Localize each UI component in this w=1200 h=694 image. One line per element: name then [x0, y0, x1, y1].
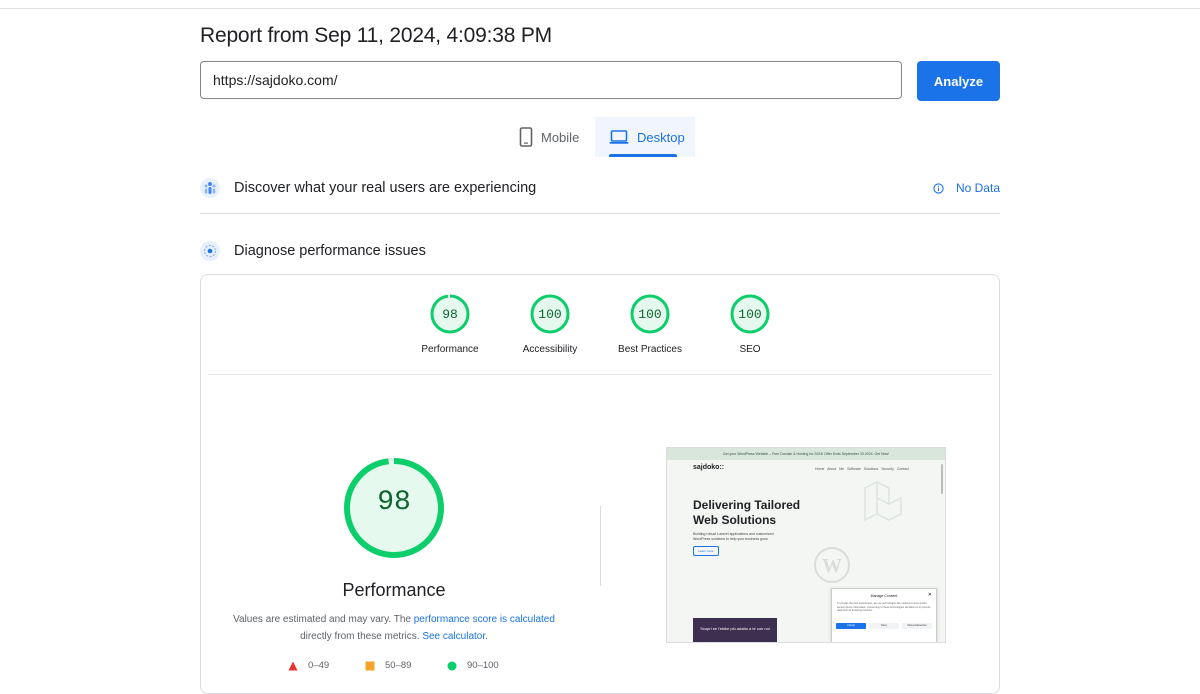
real-users-section: Discover what your real users are experi…	[200, 173, 1000, 203]
screenshot-heading: Delivering Tailored Web Solutions	[693, 498, 801, 527]
diagnose-title: Diagnose performance issues	[234, 243, 426, 259]
performance-score: 98	[377, 487, 411, 518]
url-input[interactable]	[200, 61, 902, 99]
diagnose-section: Diagnose performance issues	[200, 236, 1000, 266]
card-divider	[208, 374, 992, 375]
info-icon	[933, 182, 944, 194]
note-text: directly from these metrics.	[300, 631, 423, 642]
users-icon	[200, 178, 220, 198]
note-text: Values are estimated and may vary. The	[233, 614, 414, 625]
performance-note: Values are estimated and may vary. The p…	[220, 611, 568, 645]
screenshot-consent-dialog: Manage Consent ✕ To provide the best exp…	[831, 588, 937, 642]
legend-item-fail: 0–49	[288, 660, 329, 671]
score-gauge-accessibility[interactable]: 100 Accessibility	[500, 294, 600, 355]
screenshot-promo: Scopri se l'ebike più adatto a te con no…	[693, 618, 777, 642]
legend-label: 90–100	[467, 660, 499, 671]
close-icon: ✕	[927, 592, 932, 598]
score-gauge-seo[interactable]: 100 SEO	[700, 294, 800, 355]
consent-title: Manage Consent	[870, 594, 898, 598]
consent-body: To provide the best experiences, we use …	[837, 602, 931, 612]
screenshot-scrollbar	[941, 464, 943, 494]
legend-item-pass: 90–100	[447, 660, 499, 671]
real-users-title: Discover what your real users are experi…	[234, 180, 537, 196]
performance-score-calculated-link[interactable]: performance score is calculated	[414, 614, 555, 625]
no-data-label: No Data	[955, 181, 1000, 195]
screenshot-banner: Get your WordPress Website – Free Domain…	[667, 448, 945, 460]
legend-label: 0–49	[308, 660, 330, 671]
score-label: Performance	[421, 344, 479, 355]
tab-mobile[interactable]: Mobile	[505, 117, 595, 157]
performance-label: Performance	[342, 580, 446, 600]
consent-preferences: View preferences	[902, 623, 932, 629]
tab-desktop[interactable]: Desktop	[595, 117, 695, 157]
smartphone-icon	[519, 127, 533, 147]
score-value: 100	[638, 307, 662, 322]
consent-accept: Accept	[836, 623, 866, 629]
screenshot-subtext: Building robust Laravel applications and…	[693, 532, 774, 541]
score-gauge-best-practices[interactable]: 100 Best Practices	[600, 294, 700, 355]
screenshot-nav: Home About Me Software Solutions Securit…	[815, 467, 909, 471]
screenshot-brand: sajdoko::	[693, 464, 725, 471]
svg-text:W: W	[822, 555, 842, 577]
target-icon	[200, 241, 220, 261]
see-calculator-link[interactable]: See calculator.	[422, 631, 488, 642]
score-gauge-performance[interactable]: 98 Performance	[400, 294, 500, 355]
consent-deny: Deny	[869, 623, 899, 629]
triangle-icon	[288, 661, 298, 670]
circle-icon	[447, 661, 457, 670]
no-data-link[interactable]: No Data	[933, 181, 1000, 195]
score-label: SEO	[739, 344, 761, 355]
tab-desktop-label: Desktop	[637, 129, 685, 145]
top-divider	[0, 8, 1200, 9]
score-value: 98	[442, 307, 458, 322]
page-screenshot[interactable]: Get your WordPress Website – Free Domain…	[666, 447, 946, 643]
analyze-button[interactable]: Analyze	[917, 61, 1000, 101]
square-icon	[365, 661, 375, 670]
score-value: 100	[738, 307, 762, 322]
score-label: Best Practices	[618, 344, 682, 355]
legend-label: 50–89	[385, 660, 412, 671]
wordpress-logo-watermark: W	[814, 547, 850, 583]
page-title: Report from Sep 11, 2024, 4:09:38 PM	[200, 24, 552, 47]
score-value: 100	[538, 307, 562, 322]
laptop-icon	[609, 130, 629, 144]
legend-item-average: 50–89	[365, 660, 411, 671]
tab-mobile-label: Mobile	[541, 129, 580, 145]
laravel-logo-watermark	[864, 481, 902, 522]
tab-selected-indicator	[609, 154, 677, 157]
screenshot-learn-more: Learn more	[693, 546, 719, 556]
section-divider	[200, 213, 1000, 214]
score-label: Accessibility	[522, 344, 578, 355]
vertical-divider	[600, 506, 601, 586]
